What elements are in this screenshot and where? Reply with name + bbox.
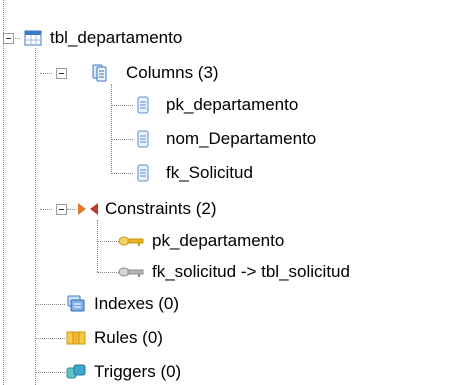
collapse-table-toggle[interactable] xyxy=(3,33,14,44)
rules-label[interactable]: Rules (0) xyxy=(92,327,165,349)
collapse-columns-toggle[interactable] xyxy=(56,68,67,79)
constraints-icon xyxy=(78,203,98,215)
rules-icon xyxy=(66,331,86,345)
tree-guide-line xyxy=(35,304,65,305)
column-label[interactable]: pk_departamento xyxy=(164,94,300,116)
column-icon xyxy=(137,96,149,114)
triggers-icon xyxy=(66,364,86,379)
constraints-group-label[interactable]: Constraints (2) xyxy=(103,198,218,220)
tree-guide-line xyxy=(111,139,133,140)
collapse-constraints-toggle[interactable] xyxy=(56,204,67,215)
column-icon xyxy=(137,164,149,182)
column-label[interactable]: nom_Departamento xyxy=(164,128,318,150)
foreign-key-icon xyxy=(118,267,144,277)
tree-guide-line xyxy=(97,272,119,273)
columns-icon xyxy=(92,64,107,82)
tree-guide-line xyxy=(111,173,133,174)
tree-guide-line xyxy=(111,105,133,106)
column-label[interactable]: fk_Solicitud xyxy=(164,162,255,184)
columns-group-label[interactable]: Columns (3) xyxy=(124,62,221,84)
tree-guide-line xyxy=(40,209,52,210)
indexes-label[interactable]: Indexes (0) xyxy=(92,293,181,315)
table-icon xyxy=(24,30,42,46)
tree-guide-line xyxy=(35,48,36,385)
constraint-label[interactable]: fk_solicitud -> tbl_solicitud xyxy=(150,261,352,283)
indexes-icon xyxy=(67,295,85,312)
triggers-label[interactable]: Triggers (0) xyxy=(92,361,183,383)
tree-guide-line xyxy=(40,73,52,74)
constraint-label[interactable]: pk_departamento xyxy=(150,230,286,252)
object-tree: tbl_departamento Columns (3) pk_departam… xyxy=(0,0,459,385)
primary-key-icon xyxy=(118,236,144,246)
tree-guide-line xyxy=(111,84,112,174)
tree-guide-line xyxy=(67,209,75,210)
table-node-label[interactable]: tbl_departamento xyxy=(48,27,184,49)
tree-guide-line xyxy=(97,241,119,242)
tree-guide-line xyxy=(97,220,98,272)
tree-guide-line xyxy=(35,372,65,373)
column-icon xyxy=(137,130,149,148)
tree-guide-line xyxy=(35,338,65,339)
tree-guide-line xyxy=(3,0,4,385)
